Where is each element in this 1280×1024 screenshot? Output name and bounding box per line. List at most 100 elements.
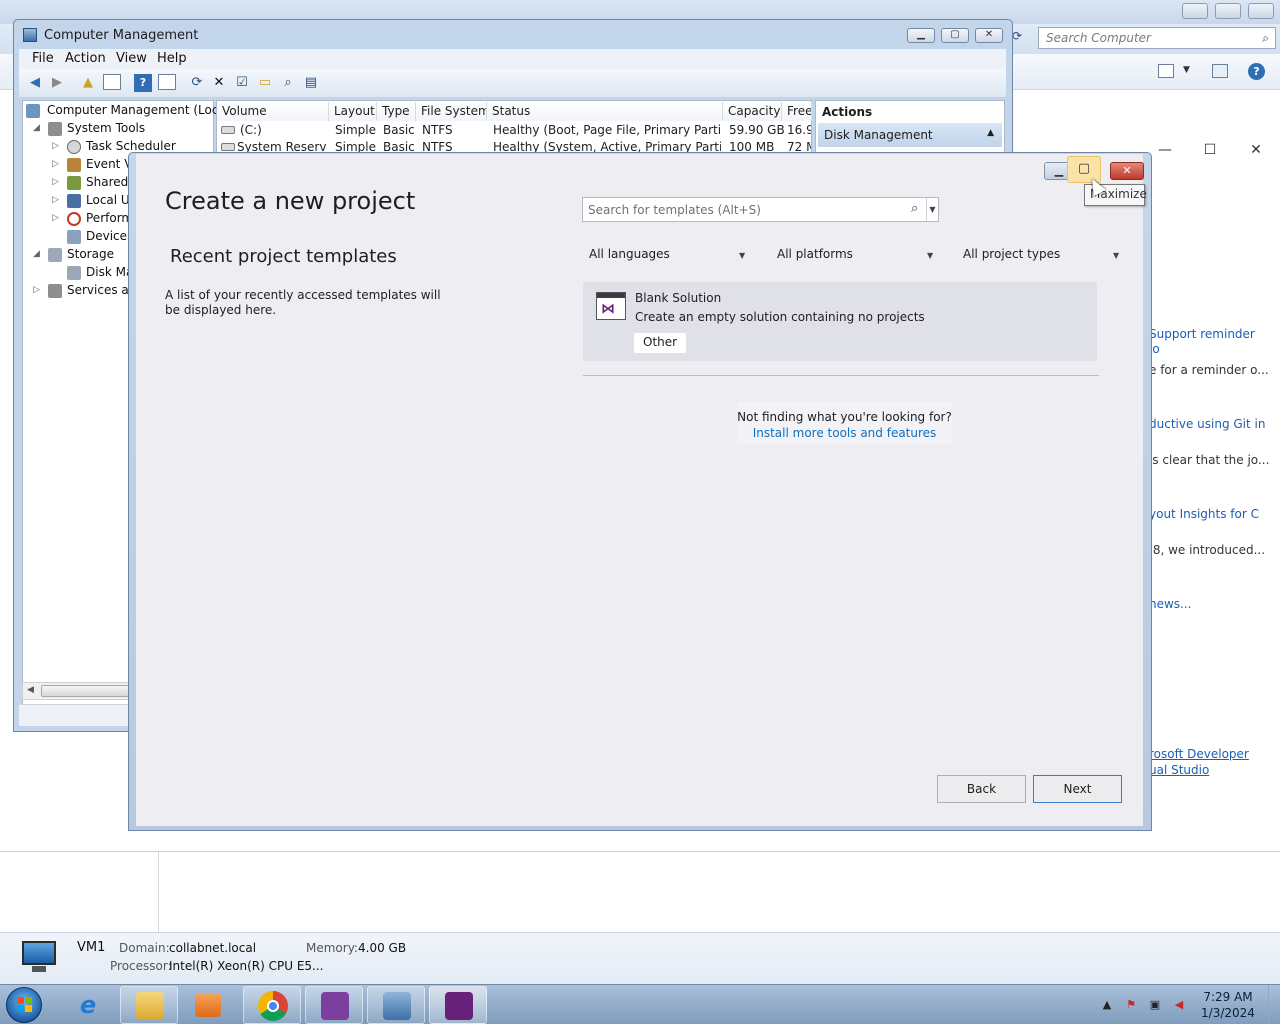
news-link-1[interactable]: Support reminder <box>1149 327 1280 341</box>
install-more-tools-link[interactable]: Install more tools and features <box>737 426 952 440</box>
start-button[interactable] <box>6 987 42 1023</box>
clock-date: 1/3/2024 <box>1201 1006 1255 1020</box>
close-button[interactable] <box>1248 3 1274 19</box>
up-folder-icon[interactable]: ▲ <box>79 74 97 92</box>
view-options-icon[interactable] <box>1158 64 1174 78</box>
toolbar: ◀ ▶ ▲ ? ⟳ ✕ ☑ ▭ ⌕ ▤ <box>19 69 1006 97</box>
system-clock[interactable]: 7:29 AM 1/3/2024 <box>1195 989 1261 1021</box>
chrome-icon <box>258 991 288 1021</box>
window-title: Computer Management <box>44 28 199 43</box>
computer-management-icon <box>383 992 411 1020</box>
clock-time: 7:29 AM <box>1203 990 1253 1004</box>
help-icon[interactable]: ? <box>134 74 152 92</box>
template-search-input[interactable]: Search for templates (Alt+S) ⌕ ▼ <box>582 197 939 222</box>
app-close-icon[interactable]: ✕ <box>1247 143 1265 159</box>
close-button[interactable]: ✕ <box>1110 162 1144 180</box>
show-hide-action-pane-icon[interactable] <box>158 74 176 90</box>
show-hidden-icons-icon[interactable]: ▲ <box>1100 998 1114 1012</box>
internet-explorer-icon[interactable]: e <box>73 991 103 1019</box>
disk-icon <box>67 266 81 280</box>
vs-installer-icon <box>321 992 349 1020</box>
properties-icon[interactable]: ☑ <box>233 74 251 92</box>
project-type-filter-value: All project types <box>963 247 1061 261</box>
news-link-2[interactable]: ductive using Git in <box>1149 417 1280 431</box>
menu-view[interactable]: View <box>116 51 147 66</box>
menu-action[interactable]: Action <box>65 51 106 66</box>
event-viewer-icon <box>67 158 81 172</box>
menu-file[interactable]: File <box>32 51 54 66</box>
collapse-arrow-icon[interactable]: ▷ <box>52 213 59 223</box>
collapse-arrow-icon[interactable]: ▷ <box>52 159 59 169</box>
column-volume[interactable]: Volume <box>217 102 329 121</box>
close-button[interactable]: ✕ <box>975 28 1003 43</box>
forward-arrow-icon[interactable]: ▶ <box>48 74 66 92</box>
column-free[interactable]: Free <box>782 102 812 121</box>
show-desktop-button[interactable] <box>1268 985 1280 1024</box>
template-item-blank-solution[interactable]: ⋈ Blank Solution Create an empty solutio… <box>583 282 1097 361</box>
scroll-left-icon[interactable]: ◀ <box>27 685 34 695</box>
taskbar-chrome-button[interactable] <box>243 986 301 1024</box>
restore-button[interactable] <box>1215 3 1241 19</box>
search-computer-input[interactable]: Search Computer ⌕ <box>1038 27 1276 49</box>
news-text-1: e for a reminder o... <box>1149 363 1269 377</box>
language-filter-dropdown[interactable]: All languages ▼ <box>582 244 752 266</box>
taskbar-computer-management-button[interactable] <box>367 986 425 1024</box>
next-button[interactable]: Next <box>1033 775 1122 803</box>
delete-icon[interactable]: ✕ <box>210 74 228 92</box>
project-type-filter-dropdown[interactable]: All project types ▼ <box>956 244 1126 266</box>
show-hide-tree-icon[interactable] <box>103 74 121 90</box>
preview-pane-icon[interactable] <box>1212 64 1228 78</box>
network-icon[interactable]: ▣ <box>1148 998 1162 1012</box>
media-player-icon[interactable] <box>195 993 221 1017</box>
app-minimize-icon[interactable]: — <box>1156 143 1174 159</box>
news-link-3[interactable]: yout Insights for C <box>1149 507 1280 521</box>
chevron-down-icon[interactable]: ▼ <box>1183 65 1190 75</box>
minimize-button[interactable]: ▁ <box>907 28 935 43</box>
back-button[interactable]: Back <box>937 775 1026 803</box>
chevron-down-icon[interactable]: ▼ <box>926 198 938 221</box>
collapse-arrow-icon[interactable]: ▷ <box>33 285 40 295</box>
column-layout[interactable]: Layout <box>329 102 377 121</box>
collapse-arrow-icon[interactable]: ▷ <box>52 177 59 187</box>
disk-settings-icon[interactable]: ▤ <box>302 74 320 92</box>
volume-icon[interactable]: ◀ <box>1172 998 1186 1012</box>
column-capacity[interactable]: Capacity <box>723 102 782 121</box>
collapse-arrow-icon[interactable]: ▷ <box>52 141 59 151</box>
tree-label: Computer Management (Local <box>47 103 230 117</box>
taskbar-explorer-button[interactable] <box>120 986 178 1024</box>
collapse-icon[interactable]: ▲ <box>987 128 994 138</box>
memory-value: 4.00 GB <box>358 941 407 955</box>
column-status[interactable]: Status <box>487 102 723 121</box>
visual-studio-link[interactable]: ual Studio <box>1149 763 1280 777</box>
actions-disk-management[interactable]: Disk Management ▲ <box>818 123 1002 147</box>
action-center-icon[interactable]: ⚑ <box>1124 998 1138 1012</box>
scrollbar-thumb[interactable] <box>41 685 129 697</box>
collapse-arrow-icon[interactable]: ▷ <box>52 195 59 205</box>
more-news-link[interactable]: news... <box>1149 597 1280 611</box>
platform-filter-dropdown[interactable]: All platforms ▼ <box>770 244 940 266</box>
back-arrow-icon[interactable]: ◀ <box>26 74 44 92</box>
column-file-system[interactable]: File System <box>416 102 487 121</box>
maximize-button[interactable]: ▢ <box>941 28 969 43</box>
help-icon[interactable]: ? <box>1248 63 1265 80</box>
taskbar-vs-installer-button[interactable] <box>305 986 363 1024</box>
expand-arrow-icon[interactable]: ◢ <box>33 249 40 259</box>
expand-arrow-icon[interactable]: ◢ <box>33 123 40 133</box>
taskbar-visual-studio-button[interactable] <box>429 986 487 1024</box>
menu-help[interactable]: Help <box>157 51 187 66</box>
refresh-icon[interactable]: ⟳ <box>1012 29 1030 47</box>
template-tag: Other <box>634 333 687 353</box>
minimize-button[interactable] <box>1182 3 1208 19</box>
column-type[interactable]: Type <box>377 102 416 121</box>
template-list-divider <box>583 375 1099 376</box>
search-icon[interactable]: ⌕ <box>279 74 297 92</box>
vs-dialog-window: Create a new project Recent project temp… <box>128 152 1152 831</box>
search-icon[interactable]: ⌕ <box>911 201 918 216</box>
footer-divider <box>0 851 1280 852</box>
developer-link[interactable]: rosoft Developer <box>1149 747 1280 761</box>
app-maximize-icon[interactable]: ☐ <box>1201 143 1219 159</box>
news-link-1b[interactable]: io <box>1149 342 1280 356</box>
table-row[interactable]: (C:) Simple Basic NTFS Healthy (Boot, Pa… <box>217 122 811 139</box>
refresh-icon[interactable]: ⟳ <box>188 74 206 92</box>
open-folder-icon[interactable]: ▭ <box>256 74 274 92</box>
